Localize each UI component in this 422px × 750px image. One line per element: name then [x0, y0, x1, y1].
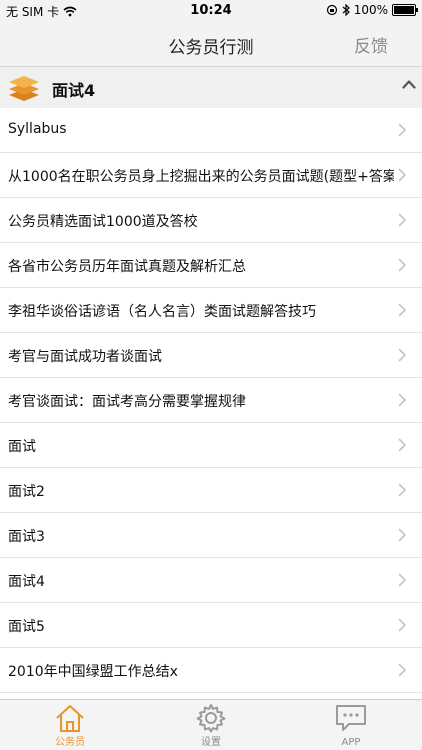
- list-item-label: 面试2: [8, 484, 45, 500]
- list-item-label: 面试4: [8, 574, 45, 590]
- list-item[interactable]: 2010年中国绿盟工作总结x: [0, 648, 422, 693]
- feedback-button[interactable]: 反馈: [354, 32, 388, 57]
- chevron-up-icon[interactable]: [402, 79, 416, 89]
- list-item-label: 公务员精选面试1000道及答校: [8, 214, 198, 230]
- list-item-label: 2010年中国绿盟工作总结x: [8, 664, 178, 680]
- battery-icon: [392, 4, 418, 16]
- tab-bar: 公务员 设置 APP: [0, 699, 422, 750]
- chevron-right-icon: [398, 438, 406, 452]
- gear-icon: [196, 704, 226, 733]
- list-item[interactable]: 考官谈面试：面试考高分需要掌握规律: [0, 378, 422, 423]
- chevron-right-icon: [398, 483, 406, 497]
- list-item[interactable]: 公务员精选面试1000道及答校: [0, 198, 422, 243]
- chevron-right-icon: [398, 663, 406, 677]
- chevron-right-icon: [398, 393, 406, 407]
- section-header[interactable]: 面试4: [0, 67, 422, 109]
- chevron-right-icon: [398, 348, 406, 362]
- list-item[interactable]: 面试: [0, 423, 422, 468]
- list-item-label: Syllabus: [8, 121, 67, 137]
- home-icon: [56, 705, 84, 732]
- chevron-right-icon: [398, 168, 406, 182]
- battery-percent: 100%: [353, 3, 388, 17]
- list-item[interactable]: 面试4: [0, 558, 422, 603]
- list-item-label: 考官谈面试：面试考高分需要掌握规律: [8, 394, 246, 410]
- chevron-right-icon: [398, 258, 406, 272]
- status-bar: 无 SIM 卡 10:24 100%: [0, 0, 422, 22]
- tab-label: 公务员: [55, 737, 85, 748]
- list-item[interactable]: 各省市公务员历年面试真题及解析汇总: [0, 243, 422, 288]
- layers-icon: [9, 76, 39, 101]
- chevron-right-icon: [398, 528, 406, 542]
- list-item-label: 各省市公务员历年面试真题及解析汇总: [8, 259, 246, 275]
- list-item-label: 考官与面试成功者谈面试: [8, 349, 162, 365]
- tab-civil-servant[interactable]: 公务员: [20, 700, 120, 750]
- chevron-right-icon: [398, 618, 406, 632]
- list-item-label: 李祖华谈俗话谚语（名人名言）类面试题解答技巧: [8, 304, 316, 320]
- chevron-right-icon: [398, 573, 406, 587]
- battery-level: [394, 6, 414, 14]
- document-list: Syllabus 从1000名在职公务员身上挖掘出来的公务员面试题(题型+答案)…: [0, 108, 422, 693]
- chat-icon: [336, 705, 366, 731]
- status-right: 100%: [326, 3, 418, 17]
- bluetooth-icon: [342, 4, 350, 16]
- tab-label: APP: [341, 737, 361, 748]
- list-item[interactable]: 李祖华谈俗话谚语（名人名言）类面试题解答技巧: [0, 288, 422, 333]
- list-item-label: 面试3: [8, 529, 45, 545]
- list-item[interactable]: Syllabus: [0, 108, 422, 153]
- chevron-right-icon: [398, 123, 406, 137]
- list-item-label: 面试5: [8, 619, 45, 635]
- tab-label: 设置: [201, 737, 221, 748]
- tab-settings[interactable]: 设置: [161, 700, 261, 750]
- list-item-label: 面试: [8, 439, 36, 455]
- list-item[interactable]: 从1000名在职公务员身上挖掘出来的公务员面试题(题型+答案): [0, 153, 422, 198]
- list-item[interactable]: 面试2: [0, 468, 422, 513]
- navigation-bar: 公务员行测 反馈: [0, 22, 422, 67]
- list-item-label: 从1000名在职公务员身上挖掘出来的公务员面试题(题型+答案): [8, 169, 394, 185]
- list-item[interactable]: 考官与面试成功者谈面试: [0, 333, 422, 378]
- orientation-lock-icon: [326, 4, 337, 16]
- list-item[interactable]: 面试3: [0, 513, 422, 558]
- list-item[interactable]: 面试5: [0, 603, 422, 648]
- chevron-right-icon: [398, 213, 406, 227]
- chevron-right-icon: [398, 303, 406, 317]
- section-title: 面试4: [52, 81, 96, 100]
- tab-app[interactable]: APP: [301, 700, 401, 750]
